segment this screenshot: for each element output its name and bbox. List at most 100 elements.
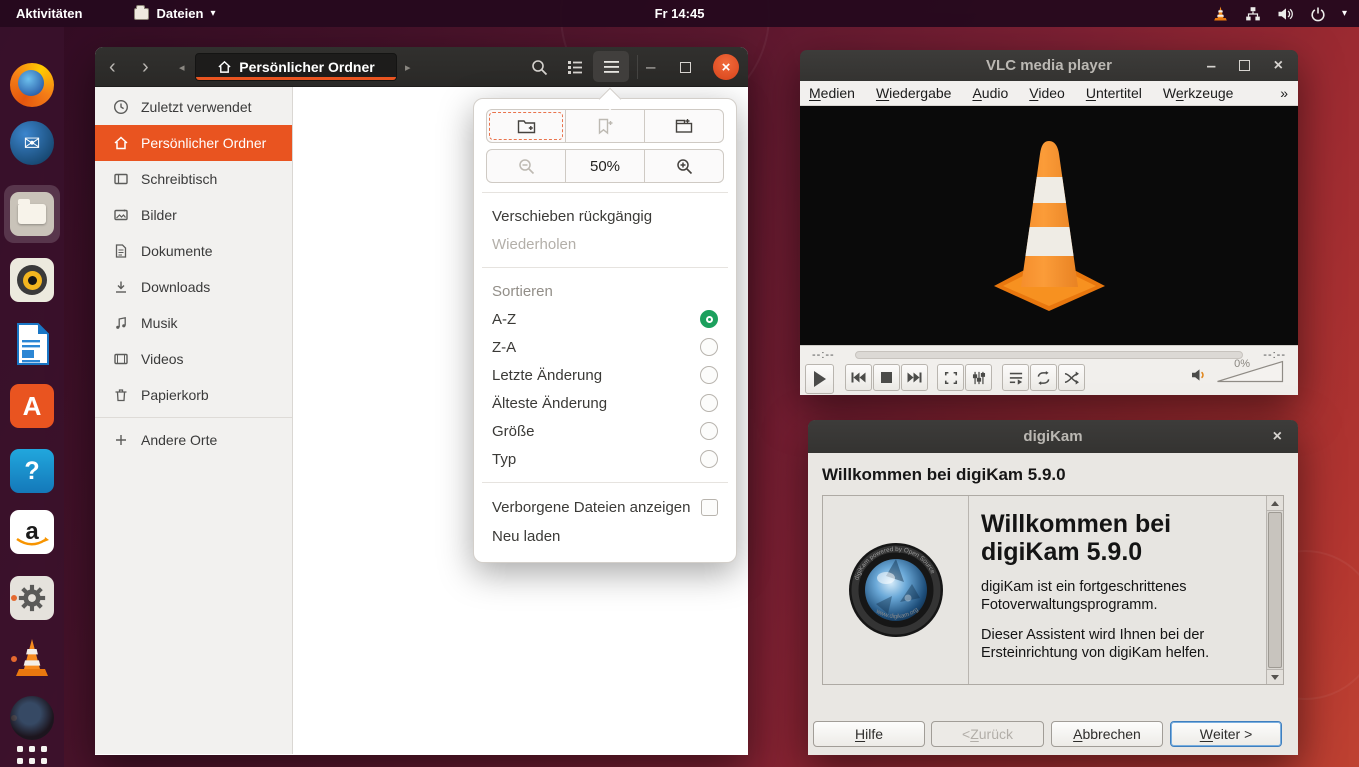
dock-item-firefox[interactable] (8, 61, 56, 109)
menu-item-undo[interactable]: Verschieben rückgängig (486, 202, 724, 230)
volume-slider[interactable] (1216, 360, 1284, 383)
next-button[interactable] (901, 364, 928, 391)
running-indicator (11, 595, 17, 601)
menu-separator (482, 482, 728, 483)
dock-item-vlc[interactable] (8, 635, 56, 683)
sort-option-az[interactable]: A-Z (486, 305, 724, 333)
sidebar-item-downloads[interactable]: Downloads (95, 269, 292, 305)
sidebar-item-desktop[interactable]: Schreibtisch (95, 161, 292, 197)
stop-button[interactable] (873, 364, 900, 391)
volume-mute-icon[interactable] (1191, 367, 1208, 383)
loop-button[interactable] (1030, 364, 1057, 391)
scrollbar[interactable] (1266, 496, 1283, 684)
radio-selected-icon (700, 310, 718, 328)
play-button[interactable] (805, 364, 834, 394)
menu-item-redo: Wiederholen (492, 235, 577, 253)
menu-overflow-button[interactable]: » (1280, 85, 1288, 101)
sidebar-item-music[interactable]: Musik (95, 305, 292, 341)
dock-item-thunderbird[interactable]: ✉ (8, 119, 56, 167)
fullscreen-button[interactable] (937, 364, 964, 391)
sort-option-za[interactable]: Z-A (486, 333, 724, 361)
shuffle-button[interactable] (1058, 364, 1085, 391)
scroll-down-button[interactable] (1267, 669, 1283, 684)
sidebar-item-documents[interactable]: Dokumente (95, 233, 292, 269)
dock-item-rhythmbox[interactable] (8, 256, 56, 304)
menu-untertitel[interactable]: Untertitel (1086, 85, 1142, 101)
dock-item-help[interactable]: ? (8, 447, 56, 495)
menu-medien[interactable]: Medien (809, 85, 855, 101)
menu-wiedergabe[interactable]: Wiedergabe (876, 85, 952, 101)
dock-item-show-applications[interactable] (8, 737, 56, 767)
scrollbar-thumb[interactable] (1268, 512, 1282, 668)
dock-item-ubuntu-software[interactable]: A (8, 382, 56, 430)
cancel-button[interactable]: Abbrechen (1051, 721, 1163, 747)
maximize-button[interactable] (1239, 50, 1250, 81)
sidebar-item-pictures[interactable]: Bilder (95, 197, 292, 233)
minimize-button[interactable]: – (1207, 50, 1216, 81)
new-bookmark-button[interactable] (566, 110, 645, 142)
menu-item-reload[interactable]: Neu laden (486, 522, 724, 550)
radio-icon (700, 366, 718, 384)
zoom-in-button[interactable] (645, 150, 723, 182)
dock-item-libreoffice-writer[interactable] (8, 320, 56, 368)
dock-item-digikam[interactable] (8, 694, 56, 742)
path-button[interactable]: Persönlicher Ordner (195, 53, 397, 81)
vlc-video-area[interactable] (800, 106, 1298, 345)
back-button[interactable]: ‹ (109, 47, 116, 87)
menu-audio[interactable]: Audio (972, 85, 1008, 101)
close-button[interactable]: × (1273, 420, 1282, 453)
previous-button[interactable] (845, 364, 872, 391)
zoom-out-button[interactable] (487, 150, 566, 182)
menu-werkzeuge[interactable]: Werkzeuge (1163, 85, 1234, 101)
dock-item-amazon[interactable]: a (8, 508, 56, 556)
app-grid-icon (17, 746, 47, 767)
vlc-menubar: Medien Wiedergabe Audio Video Untertitel… (800, 81, 1298, 106)
path-scroll-right-icon[interactable]: ▸ (405, 47, 411, 87)
path-scroll-left-icon[interactable]: ◂ (179, 47, 185, 87)
time-elapsed: --:-- (812, 349, 835, 361)
help-button[interactable]: Hilfe (813, 721, 925, 747)
playlist-button[interactable] (1002, 364, 1029, 391)
network-icon[interactable] (1245, 6, 1261, 22)
seek-slider[interactable] (855, 351, 1243, 359)
minimize-button[interactable]: – (646, 47, 655, 87)
sort-option-type[interactable]: Typ (486, 445, 724, 473)
vlc-tray-icon[interactable] (1212, 5, 1229, 22)
sidebar-item-videos[interactable]: Videos (95, 341, 292, 377)
search-icon[interactable] (529, 57, 549, 77)
next-button[interactable]: Weiter > (1170, 721, 1282, 747)
dock-item-files[interactable] (8, 190, 56, 238)
sidebar-item-trash[interactable]: Papierkorb (95, 377, 292, 413)
help-icon: ? (10, 449, 54, 493)
sidebar-item-home[interactable]: Persönlicher Ordner (95, 125, 292, 161)
app-menu-label: Dateien (156, 6, 204, 21)
chevron-down-icon[interactable]: ▾ (1342, 8, 1347, 19)
sidebar-item-other-locations[interactable]: Andere Orte (95, 422, 292, 458)
close-button[interactable]: × (713, 54, 739, 80)
scroll-up-button[interactable] (1267, 496, 1283, 511)
equalizer-button[interactable] (965, 364, 992, 391)
vlc-titlebar[interactable]: VLC media player – × (800, 50, 1298, 81)
amazon-icon: a (10, 510, 54, 554)
menu-video[interactable]: Video (1029, 85, 1065, 101)
new-tab-button[interactable] (645, 110, 723, 142)
sidebar-item-recent[interactable]: Zuletzt verwendet (95, 89, 292, 125)
files-headerbar[interactable]: ‹ › ◂ Persönlicher Ordner ▸ – × (95, 47, 748, 87)
volume-icon[interactable] (1277, 6, 1294, 22)
new-folder-button[interactable] (487, 110, 566, 142)
activities-button[interactable]: Aktivitäten (10, 6, 88, 21)
sort-option-size[interactable]: Größe (486, 417, 724, 445)
maximize-button[interactable] (680, 47, 691, 87)
sort-option-first-modified[interactable]: Älteste Änderung (486, 389, 724, 417)
close-button[interactable]: × (1274, 50, 1283, 81)
welcome-paragraph-1: digiKam ist ein fortgeschrittenes Fotove… (981, 579, 1187, 613)
sort-option-last-modified[interactable]: Letzte Änderung (486, 361, 724, 389)
list-view-icon[interactable] (565, 57, 585, 77)
forward-button[interactable]: › (142, 47, 149, 87)
hamburger-menu-button[interactable] (593, 51, 629, 82)
digikam-titlebar[interactable]: digiKam × (808, 420, 1298, 453)
dock-item-settings[interactable] (8, 574, 56, 622)
power-icon[interactable] (1310, 6, 1326, 22)
menu-item-show-hidden[interactable]: Verborgene Dateien anzeigen (486, 492, 724, 522)
app-menu-button[interactable]: Dateien ▾ (134, 4, 215, 21)
